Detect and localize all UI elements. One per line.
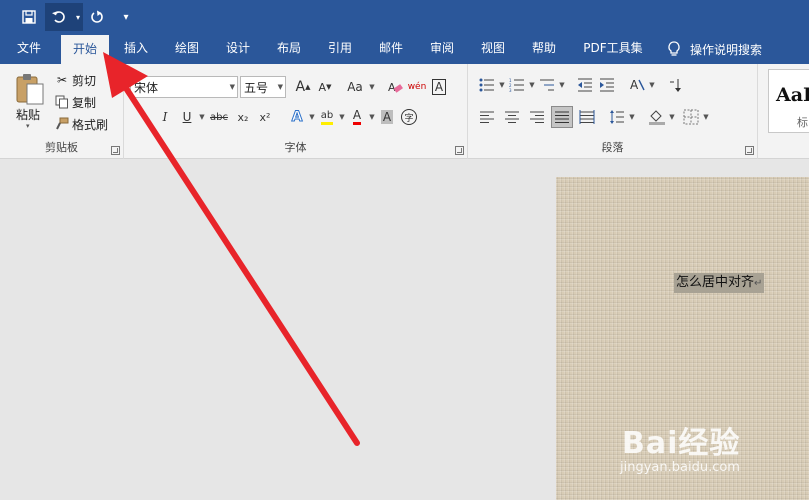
- arrow-shaft: [119, 79, 360, 446]
- annotation-arrow: [103, 52, 360, 446]
